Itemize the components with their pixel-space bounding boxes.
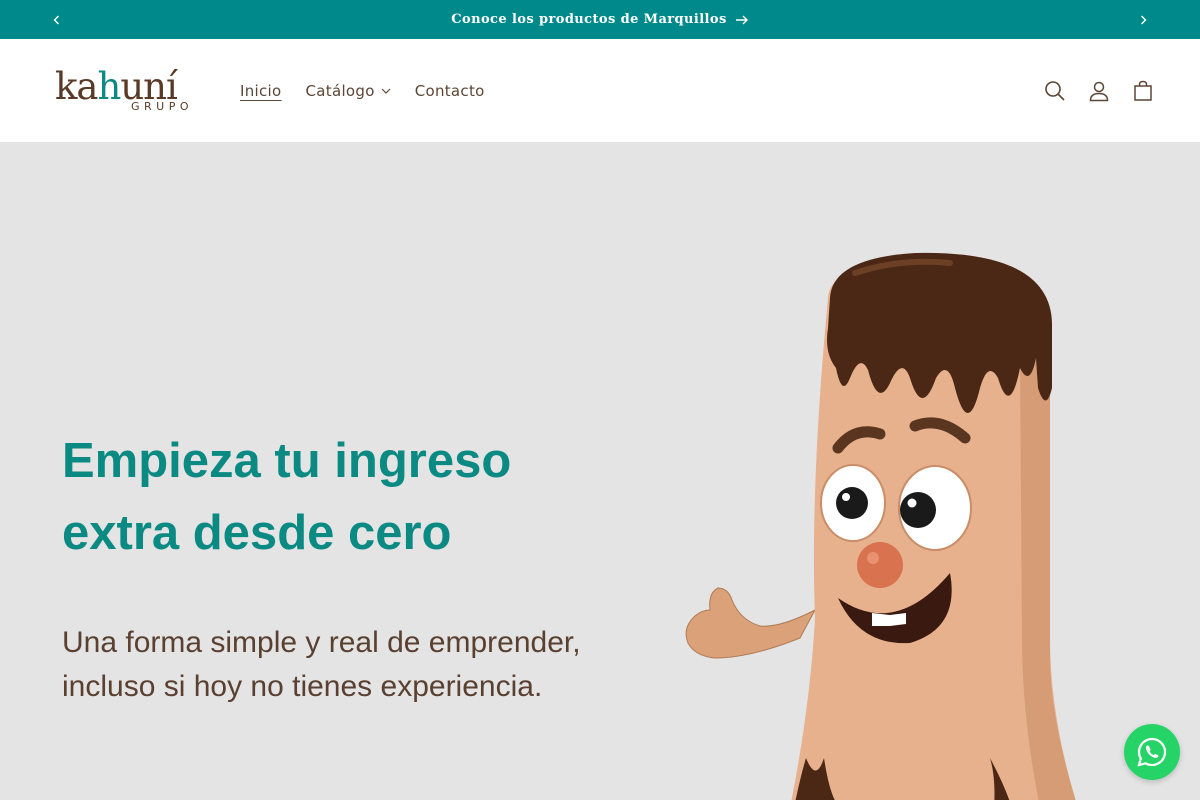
announcement-link[interactable]: Conoce los productos de Marquillos xyxy=(451,12,748,27)
arrow-right-icon xyxy=(735,15,748,24)
announcement-bar: Conoce los productos de Marquillos xyxy=(0,0,1200,39)
chevron-down-icon xyxy=(381,88,391,94)
nav-item-catalogo[interactable]: Catálogo xyxy=(306,82,391,100)
whatsapp-button[interactable] xyxy=(1124,724,1180,780)
nav-item-label: Catálogo xyxy=(305,82,375,100)
nav-item-label: Contacto xyxy=(414,82,485,100)
nav-item-contacto[interactable]: Contacto xyxy=(415,82,485,100)
whatsapp-icon xyxy=(1137,737,1167,767)
search-icon xyxy=(1045,81,1065,101)
main-nav: Inicio Catálogo Contacto xyxy=(240,39,485,143)
site-header: kahuní GRUPO Inicio Catálogo Contacto xyxy=(0,39,1200,143)
logo-subtitle: GRUPO xyxy=(131,100,194,113)
announcement-text: Conoce los productos de Marquillos xyxy=(451,12,727,27)
hero-banner: Empieza tu ingreso extra desde cero Una … xyxy=(0,143,1200,800)
hero-subheading: Una forma simple y real de emprender, in… xyxy=(62,626,581,703)
account-button[interactable] xyxy=(1086,78,1112,104)
nav-item-label: Inicio xyxy=(240,82,282,100)
account-icon xyxy=(1089,81,1109,102)
logo[interactable]: kahuní GRUPO xyxy=(55,65,200,115)
announcement-prev-button[interactable] xyxy=(37,0,77,39)
nav-item-inicio[interactable]: Inicio xyxy=(240,82,282,100)
chevron-left-icon xyxy=(53,15,59,24)
mascot-illustration xyxy=(685,252,1076,800)
announcement-next-button[interactable] xyxy=(1123,0,1163,39)
cart-button[interactable] xyxy=(1130,78,1156,104)
chevron-right-icon xyxy=(1141,15,1147,24)
cart-icon xyxy=(1134,80,1152,101)
search-button[interactable] xyxy=(1042,78,1068,104)
header-icons xyxy=(1042,39,1156,143)
hero-heading: Empieza tu ingreso extra desde cero xyxy=(62,434,512,560)
